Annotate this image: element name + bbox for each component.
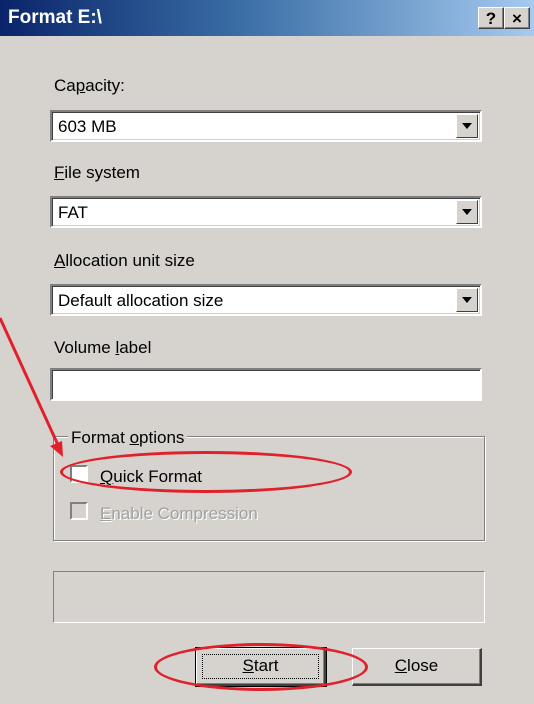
annotation-arrow-line — [0, 317, 60, 446]
annotation-arrow — [0, 317, 63, 457]
quick-format-highlight-oval — [60, 451, 352, 493]
format-dialog: Format E:\ ? × Capacity: 603 MB File sys… — [0, 0, 534, 704]
annotation-arrow-head — [50, 441, 63, 457]
start-button-highlight-oval — [154, 643, 368, 691]
